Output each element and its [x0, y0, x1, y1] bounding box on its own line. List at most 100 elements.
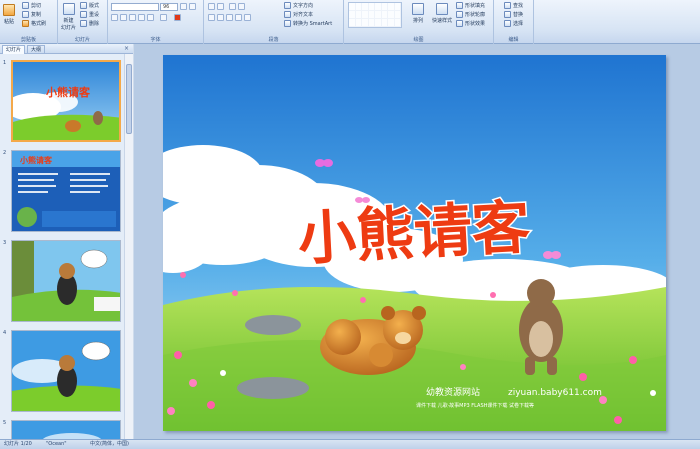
thumbnail-number: 5: [3, 420, 7, 426]
paragraph-group-label: 段落: [268, 37, 279, 43]
cut-button[interactable]: 剪切: [22, 2, 41, 9]
find-button[interactable]: 查找: [504, 2, 523, 9]
format-painter-button[interactable]: 格式刷: [22, 20, 46, 27]
replace-button[interactable]: 替换: [504, 11, 523, 18]
tab-slides[interactable]: 幻灯片: [2, 45, 26, 54]
thumbnail-slide-4[interactable]: [11, 330, 121, 412]
status-bar: 幻灯片 1/20 "Ocean" 中文(简体，中国): [0, 439, 700, 449]
align-text-icon: [284, 11, 291, 18]
decrease-indent-icon[interactable]: [229, 3, 236, 10]
replace-icon: [504, 11, 511, 18]
quick-styles-icon: [436, 3, 448, 15]
slide-editor: 小熊请客 幼教资源网站 ziyuan.baby611.com 课件下载 儿歌·故…: [134, 44, 700, 439]
current-slide[interactable]: 小熊请客 幼教资源网站 ziyuan.baby611.com 课件下载 儿歌·故…: [163, 55, 666, 431]
align-left-icon[interactable]: [208, 14, 215, 21]
new-slide-button[interactable]: 新建 幻灯片: [61, 3, 76, 31]
underline-icon[interactable]: [129, 14, 136, 21]
delete-icon: [80, 20, 87, 27]
thumbnail-slide-3[interactable]: [11, 240, 121, 322]
effects-icon: [456, 20, 463, 27]
font-group-label: 字体: [150, 37, 161, 43]
align-right-icon[interactable]: [226, 14, 233, 21]
arrange-icon: [412, 3, 424, 15]
align-text-button[interactable]: 对齐文本: [284, 11, 313, 18]
slide-title[interactable]: 小熊请客: [295, 192, 533, 275]
clipboard-group-label: 剪贴板: [20, 37, 36, 43]
ribbon: 粘贴 剪切 复制 格式刷 剪贴板 新建 幻灯片 版式 重设 删除 幻灯片 96 …: [0, 0, 700, 44]
site-footer-items: 课件下载 儿歌·故事MP3 FLASH课件下载 试卷下载等: [416, 402, 534, 409]
smartart-icon: [284, 20, 291, 27]
delete-button[interactable]: 删除: [80, 20, 99, 27]
fill-icon: [456, 2, 463, 9]
bold-icon[interactable]: [111, 14, 118, 21]
thumbnail-number: 3: [3, 240, 7, 246]
select-button[interactable]: 选择: [504, 20, 523, 27]
shrink-font-icon[interactable]: [189, 3, 196, 10]
thumbnail-number: 1: [3, 60, 7, 66]
thumbnail-number: 2: [3, 150, 7, 156]
thumbnail-1-image: 小熊请客: [13, 62, 119, 140]
columns-icon[interactable]: [244, 14, 251, 21]
thumbnail-number: 4: [3, 330, 7, 336]
clipboard-group: 粘贴 剪切 复制 格式刷 剪贴板: [0, 0, 58, 44]
text-direction-button[interactable]: 文字方向: [284, 2, 313, 9]
grow-font-icon[interactable]: [180, 3, 187, 10]
shape-outline-button[interactable]: 形状轮廓: [456, 11, 485, 18]
slides-group-label: 幻灯片: [74, 37, 90, 43]
paste-button[interactable]: 粘贴: [3, 4, 15, 25]
scrollbar-thumb[interactable]: [126, 64, 132, 134]
thumbnail-slide-5[interactable]: [11, 420, 121, 439]
binoculars-icon: [504, 2, 511, 9]
font-size-combo[interactable]: 96: [160, 3, 178, 11]
site-url: ziyuan.baby611.com: [508, 388, 602, 398]
thumbnail-4-image: [12, 331, 120, 411]
thumbnail-5-image: [12, 421, 120, 439]
panel-tabs: 幻灯片 大纲 ×: [0, 44, 133, 54]
font-color-icon[interactable]: [174, 14, 181, 21]
thumbnail-2-image: 小熊请客: [12, 151, 120, 231]
quick-styles-button[interactable]: 快速样式: [432, 3, 452, 24]
shadow-icon[interactable]: [147, 14, 154, 21]
increase-indent-icon[interactable]: [238, 3, 245, 10]
slide-index: 幻灯片 1/20: [4, 441, 32, 447]
strikethrough-icon[interactable]: [138, 14, 145, 21]
layout-button[interactable]: 版式: [80, 2, 99, 9]
reset-button[interactable]: 重设: [80, 11, 99, 18]
thumbnail-title: 小熊请客: [45, 85, 91, 99]
thumbnail-slide-1[interactable]: 小熊请客: [11, 60, 121, 142]
language[interactable]: 中文(简体，中国): [90, 440, 129, 449]
numbering-icon[interactable]: [217, 3, 224, 10]
text-direction-icon: [284, 2, 291, 9]
font-name-combo[interactable]: [111, 3, 159, 11]
thumbnail-slide-2[interactable]: 小熊请客: [11, 150, 121, 232]
theme-name: "Ocean": [46, 441, 67, 447]
convert-smartart-button[interactable]: 转换为 SmartArt: [284, 20, 332, 27]
new-slide-icon: [62, 3, 75, 15]
close-icon[interactable]: ×: [124, 45, 129, 52]
thumbnail-list[interactable]: 1 小熊请客 2 小熊请客 3 4 5: [0, 54, 124, 439]
slides-group: 新建 幻灯片 版式 重设 删除 幻灯片: [58, 0, 108, 44]
editing-group-label: 编辑: [508, 37, 519, 43]
layout-icon: [80, 2, 87, 9]
case-icon[interactable]: [160, 14, 167, 21]
copy-button[interactable]: 复制: [22, 11, 41, 18]
paragraph-group: 文字方向 对齐文本 转换为 SmartArt 段落: [204, 0, 344, 44]
tab-outline[interactable]: 大纲: [27, 45, 46, 54]
scissors-icon: [22, 2, 29, 9]
justify-icon[interactable]: [235, 14, 242, 21]
site-label: 幼教资源网站: [426, 386, 480, 398]
cursor-icon: [504, 20, 511, 27]
bullets-icon[interactable]: [208, 3, 215, 10]
panel-scrollbar[interactable]: [124, 54, 133, 439]
align-center-icon[interactable]: [217, 14, 224, 21]
rock: [245, 315, 301, 335]
copy-icon: [22, 11, 29, 18]
brush-icon: [22, 20, 29, 27]
shape-fill-button[interactable]: 形状填充: [456, 2, 485, 9]
slide-canvas: 小熊请客 幼教资源网站 ziyuan.baby611.com 课件下载 儿歌·故…: [163, 55, 666, 431]
arrange-button[interactable]: 排列: [412, 3, 424, 24]
shapes-gallery[interactable]: [348, 2, 402, 28]
italic-icon[interactable]: [120, 14, 127, 21]
slides-panel: 幻灯片 大纲 × 1 小熊请客 2 小熊请客 3 4 5: [0, 44, 133, 439]
shape-effects-button[interactable]: 形状效果: [456, 20, 485, 27]
